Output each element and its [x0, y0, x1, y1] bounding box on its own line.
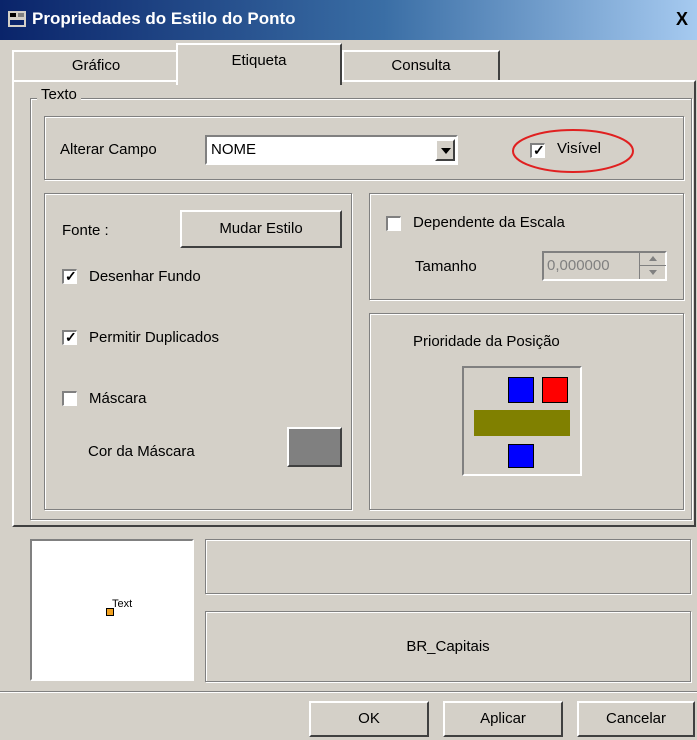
- aplicar-label: Aplicar: [480, 710, 526, 727]
- preview-sample-text: Text: [112, 598, 133, 610]
- mudar-estilo-label: Mudar Estilo: [219, 220, 303, 237]
- tab-grafico[interactable]: Gráfico: [12, 50, 180, 80]
- spin-up-icon: [649, 256, 657, 261]
- fonte-label: Fonte :: [62, 222, 109, 239]
- check-icon: ✓: [65, 268, 77, 284]
- campo-select-value: NOME: [211, 141, 256, 158]
- separator: [0, 691, 697, 693]
- position-top-left[interactable]: [508, 377, 534, 403]
- dependente-escala-label: Dependente da Escala: [413, 214, 565, 231]
- dependente-escala-checkbox[interactable]: [386, 216, 401, 231]
- annotation-circle: [512, 129, 634, 173]
- spin-down-button[interactable]: [640, 266, 666, 279]
- tamanho-spinner[interactable]: [639, 253, 666, 279]
- text-preview: Text: [30, 539, 194, 681]
- ok-label: OK: [358, 710, 380, 727]
- position-center-bar[interactable]: [474, 410, 570, 436]
- permitir-duplicados-checkbox[interactable]: ✓: [62, 329, 77, 345]
- position-top-right[interactable]: [542, 377, 568, 403]
- window-title: Propriedades do Estilo do Ponto: [32, 9, 296, 28]
- title-bar[interactable]: Propriedades do Estilo do Ponto X: [0, 0, 697, 40]
- tab-consulta-label: Consulta: [391, 57, 451, 74]
- ok-button[interactable]: OK: [309, 701, 429, 737]
- check-icon: ✓: [65, 329, 77, 345]
- prioridade-grid: [462, 366, 582, 476]
- desenhar-fundo-checkbox[interactable]: ✓: [62, 268, 77, 284]
- alterar-campo-label: Alterar Campo: [60, 141, 157, 158]
- mascara-checkbox[interactable]: [62, 391, 77, 406]
- desenhar-fundo-label: Desenhar Fundo: [89, 268, 201, 285]
- mudar-estilo-button[interactable]: Mudar Estilo: [180, 210, 342, 248]
- tab-grafico-label: Gráfico: [71, 57, 121, 74]
- mascara-label: Máscara: [89, 390, 147, 407]
- tab-etiqueta[interactable]: Etiqueta: [176, 43, 342, 85]
- campo-dropdown-button[interactable]: [435, 139, 455, 161]
- permitir-duplicados-label: Permitir Duplicados: [89, 329, 220, 346]
- chevron-down-icon: [441, 148, 451, 154]
- tab-consulta[interactable]: Consulta: [342, 50, 500, 80]
- layer-name: BR_Capitais: [406, 638, 490, 655]
- cancelar-button[interactable]: Cancelar: [577, 701, 695, 737]
- layer-name-box: BR_Capitais: [205, 611, 691, 682]
- cor-mascara-swatch[interactable]: [287, 427, 342, 467]
- escala-panel: [369, 193, 684, 300]
- tamanho-value: 0,000000: [547, 257, 610, 274]
- close-icon[interactable]: X: [676, 9, 688, 30]
- aplicar-button[interactable]: Aplicar: [443, 701, 563, 737]
- app-icon: [8, 11, 26, 27]
- spin-up-button[interactable]: [640, 253, 666, 266]
- cor-mascara-label: Cor da Máscara: [88, 443, 195, 460]
- spin-down-icon: [649, 270, 657, 275]
- style-preview-bar: [205, 539, 691, 594]
- texto-group-title: Texto: [37, 86, 81, 103]
- tab-etiqueta-label: Etiqueta: [231, 52, 287, 69]
- campo-select[interactable]: NOME: [205, 135, 458, 165]
- tamanho-label: Tamanho: [415, 258, 477, 275]
- cancelar-label: Cancelar: [605, 710, 667, 727]
- tamanho-input[interactable]: 0,000000: [542, 251, 667, 281]
- prioridade-title: Prioridade da Posição: [413, 333, 560, 350]
- position-bottom[interactable]: [508, 444, 534, 468]
